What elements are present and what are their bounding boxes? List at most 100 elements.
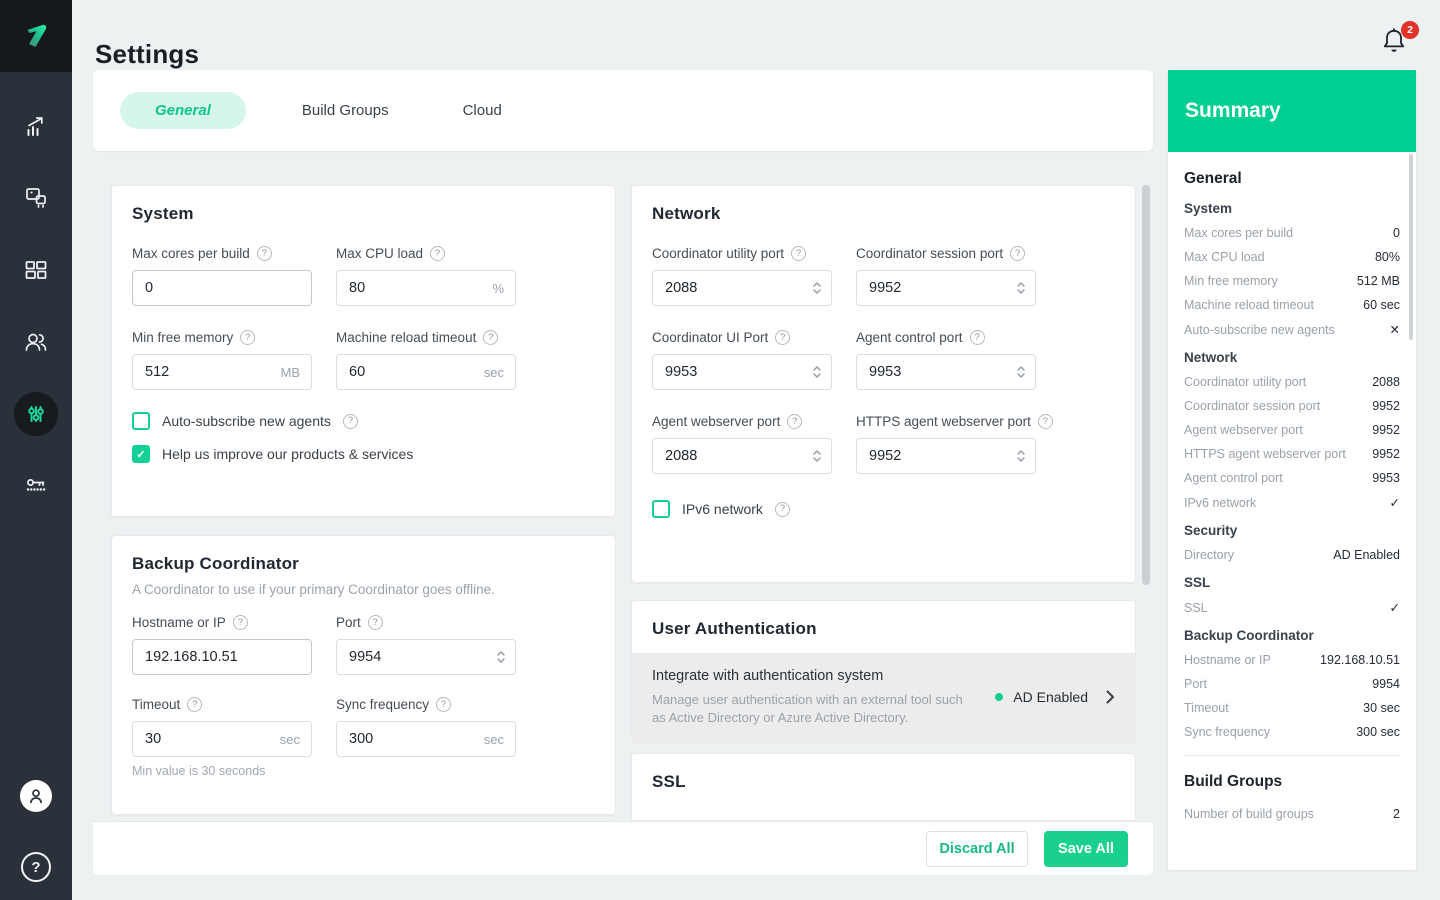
- tab-build-groups[interactable]: Build Groups: [284, 102, 407, 119]
- backup-card-description: A Coordinator to use if your primary Coo…: [132, 582, 495, 597]
- help-icon[interactable]: ?: [791, 246, 807, 261]
- sidebar-item-license[interactable]: [14, 464, 58, 508]
- stepper-arrows-icon[interactable]: [1016, 280, 1035, 296]
- backup-timeout-input[interactable]: 30 sec: [132, 721, 312, 757]
- help-icon[interactable]: ?: [483, 330, 499, 345]
- auto-subscribe-checkbox-row[interactable]: Auto-subscribe new agents ?: [132, 412, 595, 430]
- field-label: Sync frequency: [336, 697, 430, 712]
- stepper-arrows-icon[interactable]: [812, 364, 831, 380]
- stepper-arrows-icon[interactable]: [812, 280, 831, 296]
- min-free-memory-input[interactable]: 512 MB: [132, 354, 312, 390]
- timeout-note: Min value is 30 seconds: [132, 764, 266, 778]
- tab-cloud[interactable]: Cloud: [445, 102, 520, 119]
- improve-products-checkbox-row[interactable]: ✓ Help us improve our products & service…: [132, 445, 595, 463]
- coordinator-session-port-input[interactable]: 9952: [856, 270, 1036, 306]
- help-icon[interactable]: ?: [969, 330, 985, 345]
- help-button[interactable]: ?: [21, 852, 51, 882]
- footer-actions: Discard All Save All: [93, 821, 1153, 875]
- summary-scrollbar-thumb[interactable]: [1409, 154, 1413, 340]
- sidebar-item-builds[interactable]: [14, 248, 58, 292]
- license-key-icon: [26, 479, 46, 491]
- stepper-arrows-icon[interactable]: [812, 448, 831, 464]
- help-icon[interactable]: ?: [342, 413, 358, 429]
- summary-header: Summary: [1168, 70, 1416, 152]
- help-icon[interactable]: ?: [367, 615, 383, 630]
- help-icon[interactable]: ?: [775, 330, 791, 345]
- save-all-button[interactable]: Save All: [1044, 830, 1128, 867]
- max-cpu-load-input[interactable]: 80%: [336, 270, 516, 306]
- sidebar-item-performance[interactable]: [14, 104, 58, 148]
- summary-row: SSL ✓: [1184, 601, 1400, 615]
- check-icon: ✓: [1389, 496, 1400, 510]
- summary-row: Max cores per build 0: [1184, 226, 1400, 240]
- help-icon[interactable]: ?: [787, 414, 803, 429]
- summary-body: General System Max cores per build 0 Max …: [1168, 152, 1416, 870]
- summary-row: Hostname or IP 192.168.10.51: [1184, 653, 1400, 667]
- field-sync-frequency: Sync frequency? 300 sec: [336, 697, 516, 778]
- app-logo[interactable]: [0, 0, 72, 72]
- machine-reload-timeout-input[interactable]: 60 sec: [336, 354, 516, 390]
- stepper-arrows-icon[interactable]: [496, 649, 515, 665]
- sidebar-item-agents[interactable]: [14, 176, 58, 220]
- coordinator-ui-port-input[interactable]: 9953: [652, 354, 832, 390]
- field-label: Machine reload timeout: [336, 330, 477, 345]
- help-icon[interactable]: ?: [436, 697, 452, 712]
- notification-badge: 2: [1401, 21, 1419, 39]
- notifications-button[interactable]: 2: [1381, 21, 1419, 58]
- field-label: Port: [336, 615, 361, 630]
- stepper-arrows-icon[interactable]: [1016, 448, 1035, 464]
- ipv6-checkbox-row[interactable]: IPv6 network ?: [652, 500, 1115, 518]
- person-icon: [29, 789, 43, 804]
- chevron-right-icon: [1106, 690, 1114, 704]
- summary-panel: Summary General System Max cores per bui…: [1168, 70, 1416, 870]
- summary-group-general: General: [1184, 170, 1242, 187]
- checkbox-label: Help us improve our products & services: [162, 446, 414, 462]
- summary-row: Coordinator session port 9952: [1184, 399, 1400, 413]
- help-icon[interactable]: ?: [430, 246, 446, 261]
- tab-general[interactable]: General: [120, 92, 246, 129]
- main-scrollbar-thumb[interactable]: [1142, 185, 1150, 585]
- account-avatar[interactable]: [20, 780, 52, 812]
- help-icon[interactable]: ?: [240, 330, 256, 345]
- https-agent-webserver-port-input[interactable]: 9952: [856, 438, 1036, 474]
- sidebar-item-settings[interactable]: [14, 392, 58, 436]
- field-machine-reload-timeout: Machine reload timeout? 60 sec: [336, 330, 516, 390]
- sliders-icon: [28, 406, 44, 422]
- summary-row: Number of build groups 2: [1184, 807, 1400, 821]
- auth-card-title: User Authentication: [652, 619, 817, 638]
- field-label: Timeout: [132, 697, 181, 712]
- backup-card-title: Backup Coordinator: [132, 554, 300, 573]
- auth-integration-row[interactable]: Integrate with authentication system Man…: [632, 653, 1135, 744]
- help-icon[interactable]: ?: [1037, 414, 1053, 429]
- help-icon[interactable]: ?: [774, 501, 790, 517]
- help-icon[interactable]: ?: [256, 246, 272, 261]
- field-label: HTTPS agent webserver port: [856, 414, 1031, 429]
- grid-icon: [25, 261, 47, 279]
- field-min-free-memory: Min free memory? 512 MB: [132, 330, 312, 390]
- agent-control-port-input[interactable]: 9953: [856, 354, 1036, 390]
- field-coordinator-session-port: Coordinator session port? 9952: [856, 246, 1036, 306]
- agent-webserver-port-input[interactable]: 2088: [652, 438, 832, 474]
- users-icon: [25, 333, 47, 351]
- sync-frequency-input[interactable]: 300 sec: [336, 721, 516, 757]
- discard-all-button[interactable]: Discard All: [926, 830, 1028, 867]
- help-icon[interactable]: ?: [187, 697, 203, 712]
- sidebar-item-users[interactable]: [14, 320, 58, 364]
- summary-section-system: System: [1184, 201, 1233, 216]
- stepper-arrows-icon[interactable]: [1016, 364, 1035, 380]
- max-cores-input[interactable]: 0: [132, 270, 312, 306]
- help-icon[interactable]: ?: [232, 615, 248, 630]
- field-coordinator-ui-port: Coordinator UI Port? 9953: [652, 330, 832, 390]
- backup-port-input[interactable]: 9954: [336, 639, 516, 675]
- summary-row: Sync frequency 300 sec: [1184, 725, 1400, 739]
- hostname-input[interactable]: 192.168.10.51: [132, 639, 312, 675]
- help-icon[interactable]: ?: [1010, 246, 1026, 261]
- auth-status: AD Enabled: [995, 689, 1115, 705]
- summary-row: Timeout 30 sec: [1184, 701, 1400, 715]
- agents-icon: [26, 188, 46, 208]
- user-authentication-card: User Authentication Integrate with authe…: [631, 600, 1136, 744]
- checkbox-unchecked: [652, 500, 670, 518]
- field-label: Agent webserver port: [652, 414, 781, 429]
- summary-row: Coordinator utility port 2088: [1184, 375, 1400, 389]
- coordinator-utility-port-input[interactable]: 2088: [652, 270, 832, 306]
